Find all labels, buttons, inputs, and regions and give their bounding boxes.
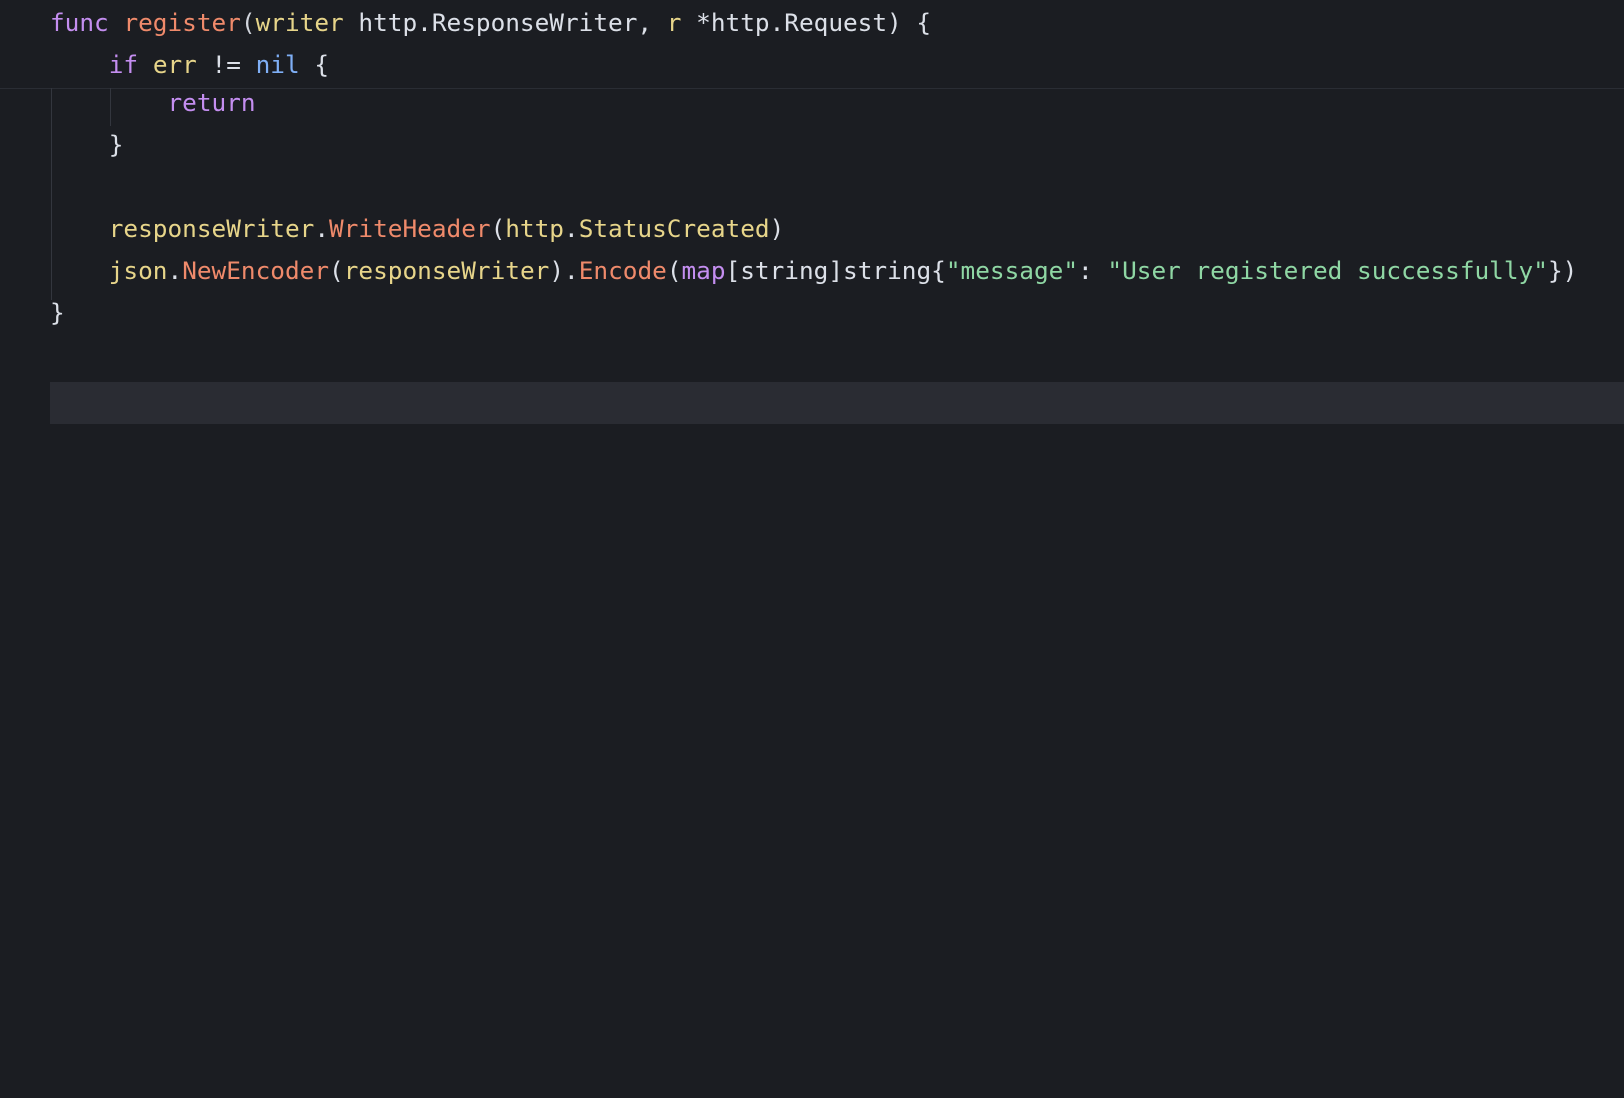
code-line[interactable]: } (50, 124, 124, 166)
code-token: { (299, 50, 330, 79)
code-token: ) (769, 214, 785, 243)
code-line[interactable]: return (50, 82, 256, 124)
code-editor[interactable]: func register(writer http.ResponseWriter… (0, 0, 1624, 1098)
code-token: WriteHeader (329, 214, 491, 243)
code-token: ( (329, 256, 344, 285)
code-token: register (123, 8, 241, 37)
code-token: func (50, 8, 109, 37)
code-token: err (152, 50, 197, 79)
code-token: NewEncoder (182, 256, 330, 285)
code-token: ( (490, 214, 506, 243)
code-token: ). (549, 256, 579, 285)
code-token: responseWriter (343, 256, 550, 285)
code-token: } (50, 298, 65, 327)
code-token: r (666, 8, 682, 37)
code-token: map (681, 256, 726, 285)
code-token: StatusCreated (578, 214, 770, 243)
code-token: http.ResponseWriter, (343, 8, 667, 37)
code-token: return (167, 88, 256, 117)
code-line[interactable]: if err != nil { (50, 44, 329, 86)
code-token: Encode (578, 256, 667, 285)
code-token: "User registered successfully" (1107, 256, 1548, 285)
code-token: . (314, 214, 330, 243)
code-token: nil (255, 50, 300, 79)
current-line-highlight[interactable] (50, 382, 1624, 424)
code-token: "message" (945, 256, 1079, 285)
code-token: }) (1547, 256, 1578, 285)
code-token: *http.Request) { (681, 8, 932, 37)
code-token: } (50, 130, 124, 159)
code-token: != (196, 50, 256, 79)
code-token: ( (240, 8, 256, 37)
code-line[interactable]: responseWriter.WriteHeader(http.StatusCr… (50, 208, 785, 250)
code-token: . (564, 214, 579, 243)
code-token: if (108, 50, 139, 79)
code-token: http (505, 214, 564, 243)
code-token: responseWriter (108, 214, 315, 243)
code-token: [string]string{ (725, 256, 946, 285)
code-token: writer (255, 8, 344, 37)
code-token: : (1078, 256, 1108, 285)
code-line[interactable]: func register(writer http.ResponseWriter… (50, 2, 931, 44)
code-token: json (108, 256, 168, 285)
code-line[interactable]: json.NewEncoder(responseWriter).Encode(m… (50, 250, 1578, 292)
code-token: . (167, 256, 183, 285)
code-token: ( (666, 256, 682, 285)
code-line[interactable]: } (50, 292, 65, 334)
